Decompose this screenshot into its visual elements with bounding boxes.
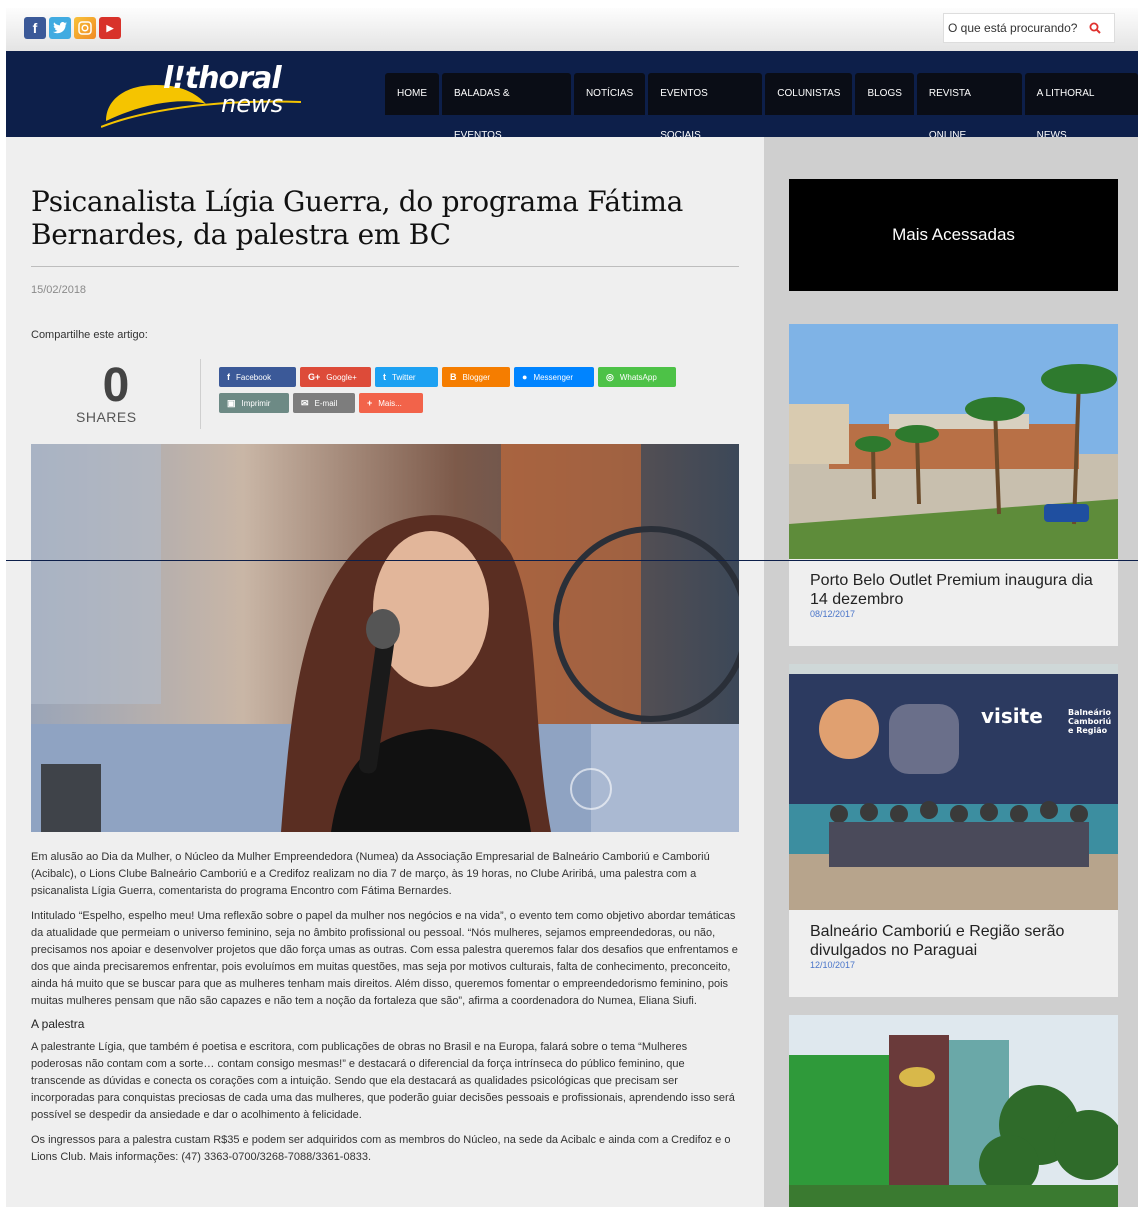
logo-name-bottom: news [221, 90, 284, 118]
facebook-icon: f [227, 372, 230, 382]
nav-eventos-sociais[interactable]: EVENTOS SOCIAIS [648, 73, 763, 141]
subheading: A palestra [31, 1017, 85, 1031]
article-date: 15/02/2018 [31, 284, 87, 296]
top-bar: f ▶ [6, 8, 1138, 51]
email-icon: ✉ [301, 397, 309, 408]
shares-text: SHARES [76, 409, 137, 425]
article-title: Psicanalista Lígia Guerra, do programa F… [31, 185, 684, 251]
paragraph-3: A palestrante Lígia, que também é poetis… [31, 1041, 735, 1121]
paragraph-2: Intitulado “Espelho, espelho meu! Uma re… [31, 910, 738, 1007]
share-googleplus-button[interactable]: G+ Google+ [300, 367, 371, 387]
nav-colunistas[interactable]: COLUNISTAS [765, 73, 853, 115]
share-twitter-label: Twitter [392, 372, 416, 382]
google-plus-icon: G+ [308, 372, 321, 382]
share-label: Compartilhe este artigo: [31, 329, 148, 341]
share-blogger-label: Blogger [462, 372, 491, 382]
card-date: 12/10/2017 [810, 960, 856, 970]
share-more-label: Mais... [378, 398, 402, 408]
shares-count: 0 [102, 359, 130, 412]
paragraph-4: Os ingressos para a palestra custam R$35… [31, 1134, 731, 1163]
main-nav: HOME BALADAS & EVENTOS NOTÍCIAS EVENTOS … [385, 73, 1138, 141]
share-email-button[interactable]: ✉ E-mail [293, 393, 355, 413]
paragraph-1: Em alusão ao Dia da Mulher, o Núcleo da … [31, 851, 710, 897]
share-blogger-button[interactable]: B Blogger [442, 367, 510, 387]
site-header: l!thoral news HOME BALADAS & EVENTOS NOT… [6, 51, 1138, 141]
search-box [943, 13, 1115, 43]
card-title[interactable]: Porto Belo Outlet Premium inaugura dia 1… [789, 559, 1118, 609]
facebook-icon[interactable]: f [24, 17, 46, 39]
youtube-icon[interactable]: ▶ [99, 17, 121, 39]
social-links: f ▶ [24, 17, 121, 39]
share-messenger-button[interactable]: ● Messenger [514, 367, 594, 387]
sidebar-card[interactable]: visite Balneário Camboriú e Região Balne… [789, 664, 1118, 997]
nav-blogs[interactable]: BLOGS [855, 73, 914, 115]
search-input[interactable] [948, 21, 1084, 35]
card-image-bus[interactable]: visite Balneário Camboriú e Região [789, 664, 1118, 910]
card-image-outlet[interactable] [789, 324, 1118, 559]
card-image-building[interactable] [789, 1015, 1118, 1207]
messenger-icon: ● [522, 372, 528, 382]
title-divider [31, 266, 739, 267]
share-messenger-label: Messenger [533, 372, 574, 382]
share-print-button[interactable]: ▣ Imprimir [219, 393, 289, 413]
bus-region-text: Balneário Camboriú e Região [1068, 708, 1112, 735]
nav-revista-online[interactable]: REVISTA ONLINE [916, 73, 1022, 141]
bus-visite-text: visite [981, 704, 1043, 728]
share-facebook-button[interactable]: f Facebook [219, 367, 296, 387]
nav-noticias[interactable]: NOTÍCIAS [573, 73, 646, 115]
twitter-icon[interactable] [49, 17, 71, 39]
share-print-label: Imprimir [241, 398, 271, 408]
share-more-button[interactable]: + Mais... [359, 393, 423, 413]
blogger-icon: B [450, 372, 457, 382]
site-logo[interactable]: l!thoral news [100, 59, 311, 129]
article-main: Psicanalista Lígia Guerra, do programa F… [6, 137, 764, 1207]
nav-baladas-eventos[interactable]: BALADAS & EVENTOS [442, 73, 571, 141]
sidebar-card[interactable] [789, 1015, 1118, 1207]
whatsapp-icon: ◎ [606, 371, 614, 382]
sidebar: Mais Acessadas Porto Belo Outlet Premium… [764, 137, 1138, 1207]
article-body: Em alusão ao Dia da Mulher, o Núcleo da … [31, 849, 741, 1174]
share-facebook-label: Facebook [236, 372, 272, 382]
share-whatsapp-button[interactable]: ◎ WhatsApp [598, 367, 676, 387]
plus-icon: + [367, 398, 373, 408]
search-icon[interactable] [1084, 17, 1106, 39]
twitter-icon: t [383, 372, 386, 382]
share-twitter-button[interactable]: t Twitter [375, 367, 438, 387]
share-googleplus-label: Google+ [326, 372, 357, 382]
card-title[interactable]: Balneário Camboriú e Região serão divulg… [789, 910, 1118, 960]
share-email-label: E-mail [314, 398, 338, 408]
share-whatsapp-label: WhatsApp [619, 372, 657, 382]
printer-icon: ▣ [227, 397, 236, 408]
most-accessed-heading: Mais Acessadas [789, 179, 1118, 291]
instagram-icon[interactable] [74, 17, 96, 39]
nav-a-lithoral-news[interactable]: A LITHORAL NEWS [1024, 73, 1138, 141]
article-hero-image [31, 444, 739, 832]
overlay-divider-line [6, 560, 1138, 561]
card-date: 08/12/2017 [810, 609, 856, 619]
shares-counter: 0 SHARES [31, 359, 201, 429]
sidebar-card[interactable]: Porto Belo Outlet Premium inaugura dia 1… [789, 324, 1118, 646]
nav-home[interactable]: HOME [385, 73, 439, 115]
